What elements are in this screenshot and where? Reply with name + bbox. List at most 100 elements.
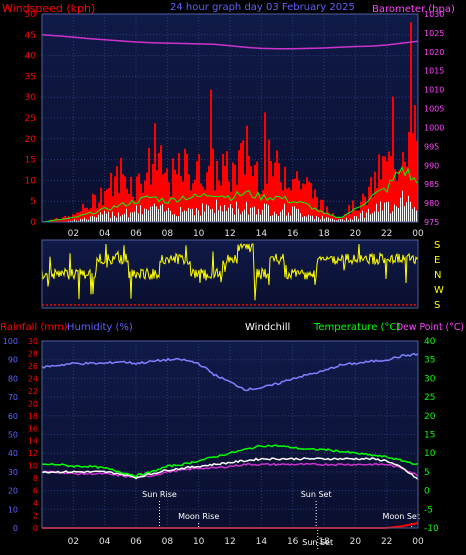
panel3-x-tick: 00: [412, 537, 424, 547]
panel1-left-tick: 45: [25, 31, 36, 41]
wind-low-bar: [170, 210, 171, 222]
wind-low-bar: [178, 215, 179, 222]
wind-gust-bar: [270, 161, 272, 222]
panel2-plot-area: [42, 240, 418, 308]
panel1-x-tick: 00: [412, 229, 424, 239]
wind-low-bar: [218, 210, 219, 222]
wind-low-bar: [310, 215, 311, 222]
wind-low-bar: [192, 208, 193, 222]
wind-low-bar: [208, 205, 209, 222]
wind-low-bar: [104, 210, 105, 222]
wind-low-bar: [282, 209, 283, 222]
panel3-x-tick: 12: [224, 537, 235, 547]
panel3-rain-tick: 24: [28, 374, 38, 383]
panel1-x-tick: 04: [99, 229, 111, 239]
wind-low-bar: [168, 207, 169, 222]
wind-low-bar: [326, 217, 327, 222]
panel3-x-tick: 16: [287, 537, 299, 547]
wind-low-bar: [408, 195, 409, 222]
wind-low-bar: [112, 211, 113, 222]
wind-low-bar: [90, 216, 91, 222]
wind-low-bar: [412, 208, 413, 222]
wind-low-bar: [126, 208, 127, 222]
wind-low-bar: [290, 215, 291, 222]
wind-low-bar: [284, 203, 285, 222]
event-label: Moon Rise: [178, 512, 219, 521]
wind-low-bar: [190, 209, 191, 222]
wind-low-bar: [98, 214, 99, 222]
wind-low-bar: [366, 212, 367, 222]
wind-low-bar: [406, 202, 407, 222]
wind-low-bar: [386, 202, 387, 222]
wind-low-bar: [154, 203, 155, 222]
wind-low-bar: [394, 204, 395, 222]
wind-low-bar: [260, 214, 261, 222]
wind-low-bar: [274, 211, 275, 222]
wind-low-bar: [114, 215, 115, 222]
wind-low-bar: [134, 211, 135, 222]
wind-low-bar: [268, 205, 269, 222]
wind-low-bar: [384, 202, 385, 222]
wind-low-bar: [396, 206, 397, 222]
wind-low-bar: [244, 209, 245, 222]
direction-label: S: [434, 240, 440, 251]
wind-low-bar: [370, 214, 371, 222]
wind-low-bar: [390, 213, 391, 222]
wind-low-bar: [294, 206, 295, 222]
panel1-left-tick: 50: [25, 10, 37, 20]
panel1-x-tick: 22: [381, 229, 392, 239]
panel3-humidity-tick: 60: [8, 412, 18, 421]
event-label: Sun Rise: [142, 490, 177, 499]
wind-low-bar: [182, 211, 183, 222]
panel3-rain-tick: 10: [28, 462, 38, 471]
wind-gust-bar: [242, 140, 244, 222]
wind-gust-bar: [178, 153, 180, 222]
wind-low-bar: [84, 217, 85, 222]
event-label: Moon Set: [383, 512, 420, 521]
wind-low-bar: [174, 213, 175, 222]
wind-low-bar: [124, 213, 125, 222]
wind-gust-bar: [410, 22, 412, 222]
panel1-left-tick: 30: [25, 93, 37, 103]
wind-low-bar: [228, 207, 229, 222]
wind-low-bar: [270, 215, 271, 222]
panel1-left-tick: 20: [25, 135, 37, 145]
wind-low-bar: [278, 216, 279, 222]
wind-gust-bar: [240, 143, 242, 222]
wind-low-bar: [388, 201, 389, 222]
wind-low-bar: [322, 215, 323, 222]
wind-low-bar: [382, 210, 383, 222]
wind-low-bar: [402, 190, 403, 222]
panel1-right-tick: 1005: [424, 105, 444, 114]
panel3-x-tick: 02: [68, 537, 79, 547]
panel3-rain-tick: 0: [33, 524, 38, 533]
temperature-label: Temperature (°C): [313, 322, 400, 333]
panel3-x-tick: 20: [350, 537, 362, 547]
wind-low-bar: [280, 211, 281, 222]
wind-low-bar: [360, 213, 361, 222]
wind-gust-bar: [114, 176, 116, 222]
wind-low-bar: [248, 214, 249, 222]
wind-low-bar: [414, 207, 415, 222]
event-label: Sun Set: [302, 538, 333, 547]
wind-low-bar: [132, 212, 133, 222]
wind-low-bar: [122, 214, 123, 222]
panel3-humidity-tick: 50: [8, 431, 18, 440]
wind-gust-bar: [82, 203, 84, 222]
wind-low-bar: [240, 214, 241, 222]
wind-low-bar: [254, 206, 255, 222]
wind-low-bar: [150, 206, 151, 222]
panel3-rain-tick: 30: [28, 337, 38, 346]
panel3-x-tick: 14: [256, 537, 268, 547]
panel1-left-tick: 0: [30, 218, 36, 228]
wind-low-bar: [376, 203, 377, 222]
wind-low-bar: [172, 214, 173, 222]
wind-low-bar: [378, 211, 379, 222]
wind-low-bar: [304, 216, 305, 222]
direction-label: S: [434, 300, 440, 311]
wind-low-bar: [160, 205, 161, 222]
wind-low-bar: [144, 208, 145, 222]
wind-low-bar: [116, 217, 117, 222]
panel1-right-tick: 995: [424, 142, 439, 151]
panel3-rain-tick: 4: [33, 499, 38, 508]
